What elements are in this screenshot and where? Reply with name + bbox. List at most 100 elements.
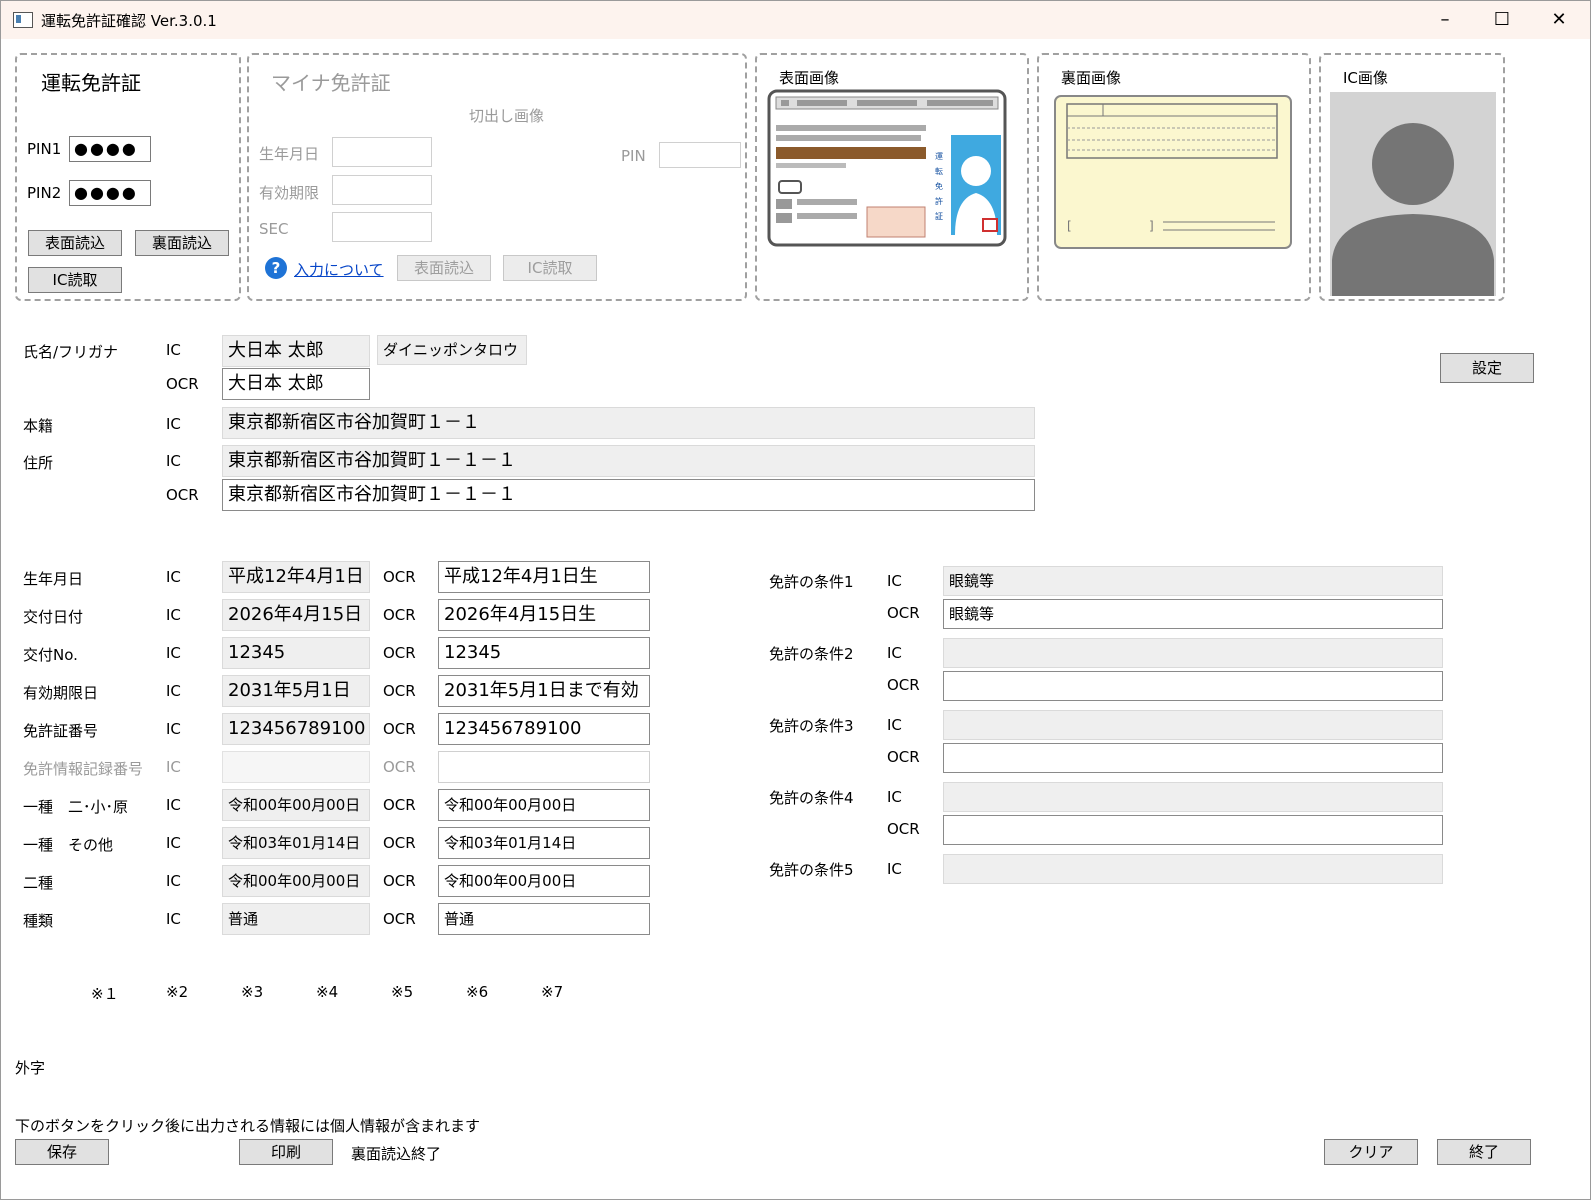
condition-label: 免許の条件1	[769, 573, 854, 591]
front-read-button[interactable]: 表面読込	[28, 230, 122, 256]
back-image-group: 裏面画像 []	[1037, 53, 1311, 301]
condition-label: 免許の条件5	[769, 861, 854, 879]
address-ic-label: IC	[166, 452, 181, 470]
condition-ic-field[interactable]	[943, 854, 1443, 884]
detail-label: 二種	[23, 874, 54, 892]
condition-ocr-label: OCR	[887, 676, 920, 694]
condition-ic-field[interactable]	[943, 638, 1443, 668]
detail-ic-label: IC	[166, 872, 181, 890]
condition-ic-field[interactable]: 眼鏡等	[943, 566, 1443, 596]
name-label: 氏名/フリガナ	[23, 343, 119, 361]
detail-ic-label: IC	[166, 568, 181, 586]
detail-ic-label: IC	[166, 682, 181, 700]
help-icon[interactable]: ?	[265, 257, 287, 279]
myna-group-title: マイナ免許証	[271, 71, 391, 95]
detail-ocr-field[interactable]	[438, 751, 650, 783]
myna-sec-input[interactable]	[332, 212, 432, 242]
detail-ic-field[interactable]: 123456789100	[222, 713, 370, 745]
condition-ic-label: IC	[887, 572, 902, 590]
condition-ocr-field[interactable]: 眼鏡等	[943, 599, 1443, 629]
detail-ocr-field[interactable]: 2031年5月1日まで有効	[438, 675, 650, 707]
myna-ic-read-button[interactable]: IC読取	[503, 255, 597, 281]
detail-ocr-field[interactable]: 令和03年01月14日	[438, 827, 650, 859]
settings-button[interactable]: 設定	[1440, 353, 1534, 383]
detail-label: 種類	[23, 912, 54, 930]
app-window: 運転免許証確認 Ver.3.0.1 – ☐ ✕ 運転免許証 PIN1 ●●●● …	[0, 0, 1591, 1200]
pin2-input[interactable]: ●●●●	[69, 180, 151, 206]
detail-label: 交付日付	[23, 608, 84, 626]
ic-read-button[interactable]: IC読取	[28, 267, 122, 293]
condition-ocr-field[interactable]	[943, 671, 1443, 701]
detail-ocr-field[interactable]: 令和00年00月00日	[438, 789, 650, 821]
detail-ocr-label: OCR	[383, 644, 416, 662]
exit-button[interactable]: 終了	[1437, 1139, 1531, 1165]
detail-ic-field[interactable]: 令和00年00月00日	[222, 865, 370, 897]
detail-ic-field[interactable]: 令和00年00月00日	[222, 789, 370, 821]
detail-ic-field[interactable]: 12345	[222, 637, 370, 669]
address-ic-field[interactable]: 東京都新宿区市谷加賀町１－１－１	[222, 445, 1035, 477]
myna-expiry-input[interactable]	[332, 175, 432, 205]
front-image-label: 表面画像	[779, 69, 840, 87]
detail-ocr-field[interactable]: 普通	[438, 903, 650, 935]
detail-ic-field[interactable]: 平成12年4月1日	[222, 561, 370, 593]
address-ocr-field[interactable]: 東京都新宿区市谷加賀町１－１－１	[222, 479, 1035, 511]
crop-image-label: 切出し画像	[469, 107, 545, 125]
detail-ocr-label: OCR	[383, 568, 416, 586]
condition-label: 免許の条件2	[769, 645, 854, 663]
svg-text:許: 許	[935, 196, 943, 206]
detail-ocr-label: OCR	[383, 682, 416, 700]
print-button[interactable]: 印刷	[239, 1139, 333, 1165]
condition-ic-field[interactable]	[943, 710, 1443, 740]
detail-ocr-label: OCR	[383, 758, 416, 776]
status-text: 裏面読込終了	[351, 1145, 442, 1163]
detail-label: 免許証番号	[23, 722, 99, 740]
condition-label: 免許の条件4	[769, 789, 854, 807]
detail-ic-field[interactable]	[222, 751, 370, 783]
detail-ic-label: IC	[166, 910, 181, 928]
ic-image-label: IC画像	[1343, 69, 1388, 87]
detail-ic-field[interactable]: 2026年4月15日	[222, 599, 370, 631]
detail-ic-field[interactable]: 普通	[222, 903, 370, 935]
myna-pin-input[interactable]	[659, 142, 741, 168]
window-title: 運転免許証確認 Ver.3.0.1	[41, 12, 217, 30]
detail-label: 一種 その他	[23, 836, 114, 854]
minimize-button[interactable]: –	[1425, 7, 1465, 33]
myna-birth-input[interactable]	[332, 137, 432, 167]
front-license-image: 運転免許証	[767, 89, 1007, 247]
condition-ic-field[interactable]	[943, 782, 1443, 812]
detail-ic-field[interactable]: 令和03年01月14日	[222, 827, 370, 859]
detail-ocr-field[interactable]: 2026年4月15日生	[438, 599, 650, 631]
detail-label: 生年月日	[23, 570, 84, 588]
detail-ocr-field[interactable]: 123456789100	[438, 713, 650, 745]
name-ic-field[interactable]: 大日本 太郎	[222, 335, 370, 367]
detail-ocr-label: OCR	[383, 796, 416, 814]
detail-ic-label: IC	[166, 644, 181, 662]
pin1-input[interactable]: ●●●●	[69, 136, 151, 162]
license-group-title: 運転免許証	[41, 71, 141, 95]
condition-ocr-field[interactable]	[943, 743, 1443, 773]
app-icon	[13, 12, 33, 28]
note-3: ※3	[241, 983, 264, 1001]
back-read-button[interactable]: 裏面読込	[135, 230, 229, 256]
help-link[interactable]: 入力について	[294, 259, 384, 280]
maximize-button[interactable]: ☐	[1482, 7, 1522, 33]
license-group: 運転免許証 PIN1 ●●●● PIN2 ●●●● 表面読込 裏面読込 IC読取	[15, 53, 241, 301]
honseki-ic-field[interactable]: 東京都新宿区市谷加賀町１－１	[222, 407, 1035, 439]
name-kana-field[interactable]: ダイニッポンタロウ	[377, 335, 527, 365]
svg-text:運: 運	[935, 152, 943, 161]
detail-ocr-field[interactable]: 12345	[438, 637, 650, 669]
detail-ic-field[interactable]: 2031年5月1日	[222, 675, 370, 707]
detail-ocr-field[interactable]: 令和00年00月00日	[438, 865, 650, 897]
save-button[interactable]: 保存	[15, 1139, 109, 1165]
svg-text:証: 証	[935, 211, 943, 221]
myna-front-read-button[interactable]: 表面読込	[397, 255, 491, 281]
detail-ocr-label: OCR	[383, 910, 416, 928]
detail-ocr-label: OCR	[383, 872, 416, 890]
detail-ic-label: IC	[166, 720, 181, 738]
condition-ocr-field[interactable]	[943, 815, 1443, 845]
detail-ocr-field[interactable]: 平成12年4月1日生	[438, 561, 650, 593]
clear-button[interactable]: クリア	[1324, 1139, 1418, 1165]
note-1: ※１	[91, 985, 119, 1003]
close-button[interactable]: ✕	[1539, 7, 1579, 33]
name-ocr-field[interactable]: 大日本 太郎	[222, 368, 370, 400]
